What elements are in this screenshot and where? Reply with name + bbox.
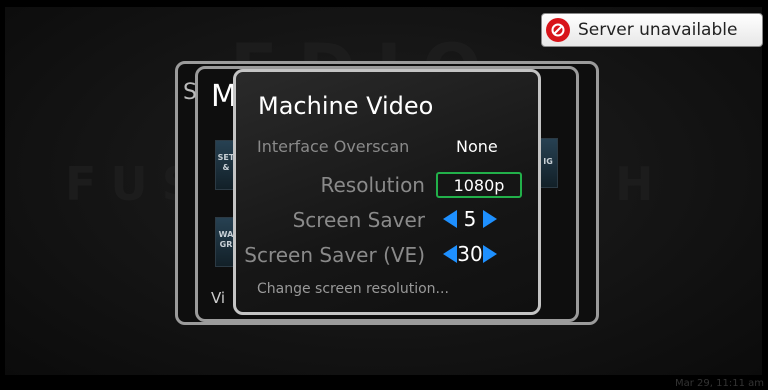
screen-saver-label[interactable]: Screen Saver bbox=[293, 208, 425, 232]
screen-saver-stepper[interactable]: 5 bbox=[443, 207, 497, 231]
panel-title: Machine Video bbox=[258, 92, 434, 120]
stop-icon bbox=[546, 18, 570, 42]
arrow-right-icon[interactable] bbox=[483, 245, 497, 263]
interface-overscan-label[interactable]: Interface Overscan bbox=[257, 137, 409, 156]
clock: Mar 29, 11:11 am bbox=[675, 378, 764, 389]
machine-video-panel: Machine Video Interface Overscan None Re… bbox=[233, 69, 541, 315]
resolution-label[interactable]: Resolution bbox=[320, 173, 425, 197]
arrow-left-icon[interactable] bbox=[443, 245, 457, 263]
screen-saver-ve-label[interactable]: Screen Saver (VE) bbox=[244, 243, 425, 267]
screen-saver-ve-value: 30 bbox=[457, 242, 483, 266]
menu-thumbnail: IG bbox=[538, 138, 558, 188]
back-panel-title-fragment: S bbox=[183, 80, 197, 105]
back-panel-item-fragment: Vi bbox=[211, 289, 226, 307]
screen-saver-ve-stepper[interactable]: 30 bbox=[443, 242, 497, 266]
help-hint: Change screen resolution... bbox=[257, 281, 449, 297]
resolution-select[interactable]: 1080p bbox=[436, 172, 522, 198]
server-status-badge: Server unavailable bbox=[541, 13, 763, 47]
arrow-left-icon[interactable] bbox=[443, 210, 457, 228]
screen-saver-value: 5 bbox=[463, 207, 477, 231]
interface-overscan-value[interactable]: None bbox=[456, 137, 498, 156]
arrow-right-icon[interactable] bbox=[483, 210, 497, 228]
bottom-bar bbox=[0, 375, 768, 390]
server-status-text: Server unavailable bbox=[578, 20, 738, 40]
